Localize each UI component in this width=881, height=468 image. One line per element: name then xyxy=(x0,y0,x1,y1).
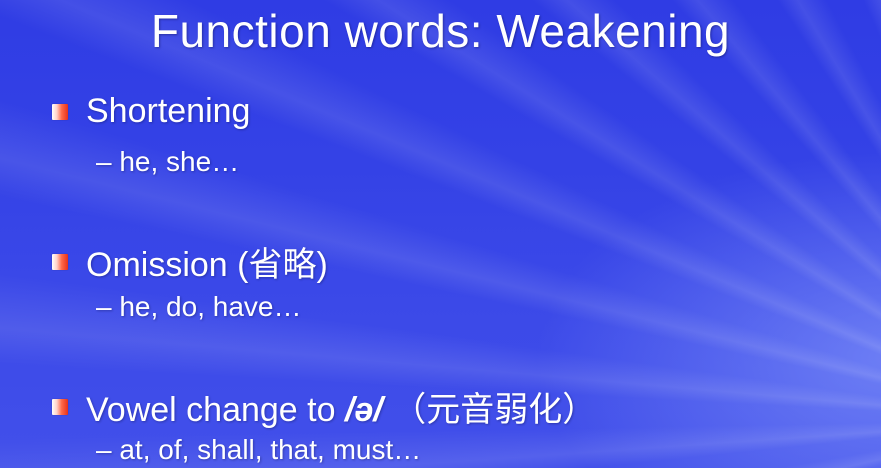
ipa-symbol: /ə/ xyxy=(344,391,383,429)
bullet-label: Vowel change to /ə/ （元音弱化） xyxy=(86,382,596,431)
bullet-vowel-change: Vowel change to /ə/ （元音弱化） xyxy=(52,382,596,431)
bullet-marker-icon xyxy=(52,103,68,120)
slide-title: Function words: Weakening xyxy=(150,5,731,57)
bullet-omission: Omission (省略) xyxy=(52,237,328,286)
bullet-label-suffix: （元音弱化） xyxy=(382,391,597,429)
sub-item-omission: – he, do, have… xyxy=(96,291,302,322)
sub-item-vowel-change: – at, of, shall, that, must… xyxy=(96,434,422,465)
bullet-shortening: Shortening xyxy=(52,92,250,131)
sub-item-shortening: – he, she… xyxy=(96,146,240,177)
bullet-label: Omission (省略) xyxy=(86,246,328,284)
bullet-label: Shortening xyxy=(86,92,251,130)
bullet-label-prefix: Vowel change to xyxy=(86,391,345,429)
bullet-marker-icon xyxy=(52,398,68,415)
bullet-marker-icon xyxy=(52,253,68,270)
